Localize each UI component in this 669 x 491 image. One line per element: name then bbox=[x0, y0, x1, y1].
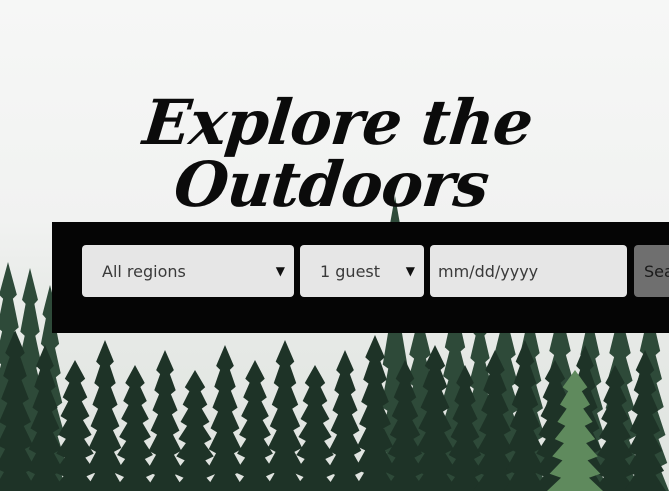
guest-select-value: 1 guest bbox=[320, 261, 381, 281]
dropdown-arrow-icon: ▼ bbox=[405, 264, 415, 278]
search-bar: All regions ▼ 1 guest ▼ Sea bbox=[52, 222, 669, 333]
search-button[interactable]: Sea bbox=[634, 245, 669, 297]
date-input[interactable] bbox=[430, 245, 627, 297]
guest-select[interactable]: 1 guest ▼ bbox=[300, 245, 424, 297]
hero-headline: Explore the Outdoors bbox=[139, 86, 536, 221]
region-select-value: All regions bbox=[102, 261, 186, 281]
hero-background: Explore the Outdoors All regions ▼ 1 gue… bbox=[0, 0, 669, 491]
region-select[interactable]: All regions ▼ bbox=[82, 245, 294, 297]
dropdown-arrow-icon: ▼ bbox=[275, 264, 285, 278]
